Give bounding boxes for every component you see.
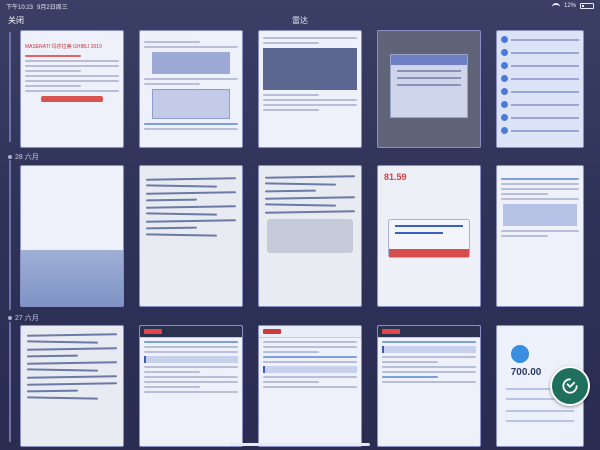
- screenshot-thumbnail[interactable]: [258, 30, 362, 148]
- timeline-line: [9, 160, 11, 310]
- payment-amount: 700.00: [510, 366, 542, 378]
- screenshot-thumbnail[interactable]: [20, 325, 124, 447]
- screenshot-thumbnail[interactable]: [258, 325, 362, 447]
- screenshot-thumbnail[interactable]: [139, 325, 243, 447]
- screenshot-thumbnail[interactable]: [496, 30, 584, 148]
- nav-bar: 关闭 雷达: [0, 12, 600, 28]
- timeline-dot-icon: [8, 155, 12, 159]
- thumbnail-heading: MASERATI 玛莎拉蒂 GHIBLI 2019: [25, 44, 102, 50]
- stock-price: 81.59: [384, 172, 407, 182]
- section-date-label: 28 六月: [8, 152, 39, 162]
- timeline-dot-icon: [8, 316, 12, 320]
- screenshot-thumbnail[interactable]: [377, 325, 481, 447]
- screenshot-thumbnail[interactable]: MASERATI 玛莎拉蒂 GHIBLI 2019: [20, 30, 124, 148]
- wifi-icon: [551, 3, 560, 9]
- payment-logo-icon: [510, 345, 529, 364]
- screenshot-thumbnail[interactable]: [377, 30, 481, 148]
- status-bar: 下午10:23 9月2日周三 12%: [0, 0, 600, 12]
- timeline-line: [9, 32, 11, 142]
- status-date: 9月2日周三: [37, 4, 68, 11]
- screenshot-thumbnail[interactable]: 81.59: [377, 165, 481, 307]
- status-time: 下午10:23: [6, 4, 34, 11]
- home-indicator[interactable]: [230, 443, 370, 446]
- battery-icon: [580, 3, 594, 9]
- page-title: 雷达: [292, 15, 308, 25]
- screenshot-thumbnail[interactable]: [496, 165, 584, 307]
- timeline-line: [9, 322, 11, 442]
- screenshot-thumbnail[interactable]: [20, 165, 124, 307]
- battery-percent: 12%: [563, 3, 576, 9]
- section-date-label: 27 六月: [8, 313, 39, 323]
- screenshot-thumbnail[interactable]: [258, 165, 362, 307]
- screenshot-thumbnail[interactable]: [139, 30, 243, 148]
- screenshot-thumbnail[interactable]: [139, 165, 243, 307]
- close-button[interactable]: 关闭: [8, 15, 24, 26]
- refresh-button[interactable]: [550, 366, 590, 406]
- refresh-icon: [562, 378, 578, 394]
